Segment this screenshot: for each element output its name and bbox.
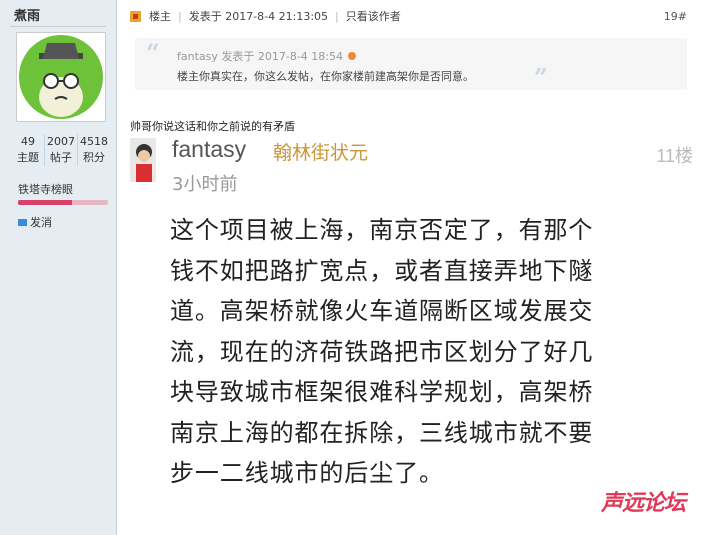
stat-label: 帖子 (50, 151, 72, 164)
quote-text: 楼主你真实在，你这么发帖，在你家楼前建高架你是否同意。 (177, 70, 474, 83)
user-stats: 49 主题 2007 帖子 4518 积分 (12, 134, 110, 166)
floor-number[interactable]: 19# (664, 10, 687, 23)
separator: | (178, 9, 182, 23)
only-author-link[interactable]: 只看该作者 (346, 8, 401, 24)
card-line: 流，现在的济荷铁路把市区划分了好几 (170, 337, 594, 366)
card-floor: 11楼 (656, 146, 693, 166)
stat-value: 49 (21, 135, 35, 148)
quote-block: “ fantasy 发表于 2017-8-4 18:54 楼主你真实在，你这么发… (135, 38, 687, 92)
card-author: fantasy (172, 136, 247, 162)
card-body: 这个项目被上海，南京否定了，有那个 钱不如把路扩宽点，或者直接弄地下隧 道。高架… (170, 210, 670, 494)
card-avatar (130, 138, 156, 182)
avatar[interactable] (16, 32, 106, 122)
card-line: 这个项目被上海，南京否定了，有那个 (170, 216, 594, 244)
stat-label: 主题 (17, 151, 39, 164)
post-timestamp: 发表于 2017-8-4 21:13:05 (188, 10, 329, 23)
quote-author: fantasy 发表于 2017-8-4 18:54 (177, 50, 343, 63)
rank-progress-fill (18, 200, 72, 205)
quote-close-icon: ” (534, 63, 548, 92)
card-user-title: 翰林街状元 (273, 142, 369, 164)
reply-text: 帅哥你说这话和你之前说的有矛盾 (130, 120, 295, 133)
card-line: 南京上海的都在拆除，三线城市就不要 (170, 418, 594, 447)
stat-value: 4518 (80, 135, 108, 148)
card-line: 钱不如把路扩宽点，或者直接弄地下隧 (170, 256, 594, 285)
send-message-label: 发消 (30, 216, 52, 229)
watermark-logo: 声远论坛 (600, 491, 686, 516)
owner-label: 楼主 (149, 10, 171, 23)
user-sidebar: 煮雨 49 主题 2007 帖子 4518 积分 铁塔寺榜眼 发消 (0, 0, 117, 535)
quote-header: fantasy 发表于 2017-8-4 18:54 (177, 48, 356, 64)
stat-points[interactable]: 4518 积分 (78, 134, 110, 166)
go-to-post-icon[interactable] (348, 52, 356, 60)
card-time: 3小时前 (172, 174, 238, 195)
stat-posts[interactable]: 2007 帖子 (45, 134, 78, 166)
envelope-icon (18, 218, 27, 226)
user-rank[interactable]: 铁塔寺榜眼 (18, 181, 73, 197)
send-message-link[interactable]: 发消 (18, 214, 52, 230)
rank-progress-bar (18, 200, 108, 205)
card-avatar-image (130, 138, 156, 182)
stat-threads[interactable]: 49 主题 (12, 134, 45, 166)
stat-value: 2007 (47, 135, 75, 148)
card-line: 道。高架桥就像火车道隔断区域发展交 (170, 297, 594, 325)
avatar-image (19, 35, 103, 119)
separator: | (335, 9, 339, 23)
quote-open-icon: “ (146, 38, 160, 67)
stat-label: 积分 (83, 151, 105, 164)
divider (10, 26, 106, 27)
post-header: 楼主 | 发表于 2017-8-4 21:13:05 | 只看该作者 (130, 6, 697, 26)
card-line: 块导致城市框架很难科学规划，高架桥 (170, 378, 594, 406)
username[interactable]: 煮雨 (14, 5, 40, 24)
card-line: 步一二线城市的后尘了。 (170, 459, 444, 487)
owner-icon (130, 10, 141, 22)
